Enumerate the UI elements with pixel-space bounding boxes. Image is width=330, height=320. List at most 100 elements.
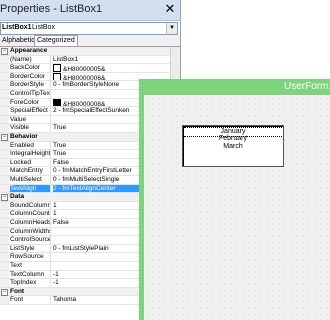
row-gutter — [0, 141, 9, 150]
collapse-icon[interactable]: − — [1, 48, 8, 55]
property-value[interactable]: ListBox1 — [53, 56, 169, 64]
property-name: ColumnWidths — [10, 227, 51, 236]
property-name: Font — [10, 296, 51, 304]
property-value-text: False — [53, 158, 69, 166]
row-gutter — [0, 72, 9, 81]
collapse-icon[interactable]: − — [1, 288, 8, 296]
row-gutter — [0, 124, 9, 132]
property-value-text: &H80000006& — [63, 74, 106, 81]
property-name: ListStyle — [10, 244, 51, 253]
property-name: ControlTipText — [10, 90, 51, 98]
property-value-text: True — [53, 141, 67, 149]
property-name: MatchEntry — [10, 167, 51, 175]
tab-alphabetic[interactable]: Alphabetic — [0, 36, 37, 46]
property-name: SpecialEffect — [10, 107, 51, 115]
row-gutter — [0, 184, 9, 193]
property-value-text: -1 — [53, 279, 59, 287]
listbox-item[interactable]: March — [184, 143, 282, 151]
category-label: Behavior — [10, 133, 38, 140]
property-name: Locked — [10, 158, 51, 167]
property-value-text: 0 - fmMultiSelectSingle — [53, 176, 120, 183]
property-name: BorderStyle — [10, 81, 51, 89]
property-name: TopIndex — [10, 279, 51, 287]
color-swatch — [53, 64, 61, 72]
property-value-text: 2 - fmSpecialEffectSunken — [53, 107, 130, 115]
object-type: ListBox — [32, 24, 55, 31]
property-name: Enabled — [10, 141, 51, 150]
object-name: ListBox1 — [2, 24, 32, 31]
row-gutter — [0, 279, 9, 287]
property-value-text: -1 — [53, 270, 59, 278]
properties-title-bar[interactable]: Properties - ListBox1 ✕ — [0, 0, 180, 21]
property-value-text: 2 - fmTextAlignCenter — [53, 184, 116, 192]
property-name: Value — [10, 115, 51, 124]
row-gutter — [0, 98, 9, 107]
properties-tabs: Alphabetic Categorized — [0, 35, 180, 47]
row-gutter — [0, 90, 9, 98]
object-selector[interactable]: ListBox1 ListBox ▼ — [0, 22, 178, 35]
property-row[interactable]: (Name) ListBox1 — [0, 55, 170, 65]
property-value-text: &H80000008& — [63, 100, 106, 107]
category-label: Font — [10, 287, 25, 295]
property-name: IntegralHeight — [10, 150, 51, 158]
property-name: TextColumn — [10, 270, 51, 279]
property-value-text: 1 — [53, 210, 57, 218]
row-gutter — [0, 55, 9, 64]
properties-title: Properties - ListBox1 — [0, 3, 103, 15]
color-swatch — [53, 98, 61, 107]
row-gutter — [0, 244, 9, 253]
property-row[interactable]: BackColor &H80000005& — [0, 64, 170, 73]
property-value-text: True — [53, 124, 67, 132]
property-name: Visible — [10, 124, 51, 132]
property-value-text: 0 - fmBorderStyleNone — [53, 81, 120, 89]
property-name: ForeColor — [10, 98, 51, 107]
close-icon[interactable]: ✕ — [162, 1, 178, 17]
row-gutter — [0, 176, 9, 184]
row-gutter — [0, 296, 9, 304]
category-label: Data — [10, 193, 25, 201]
property-name: ControlSource — [10, 236, 51, 244]
row-gutter — [0, 81, 9, 89]
row-gutter — [0, 270, 9, 279]
userform-client-area[interactable]: January February March — [144, 95, 330, 320]
listbox1[interactable]: January February March — [182, 125, 284, 167]
chevron-down-icon[interactable]: ▼ — [166, 23, 177, 34]
row-gutter — [0, 167, 9, 175]
property-name: BorderColor — [10, 72, 51, 81]
userform-window[interactable]: UserForm1 January February March — [139, 79, 330, 320]
collapse-icon[interactable]: − — [1, 134, 8, 141]
row-gutter — [0, 219, 9, 227]
property-category[interactable]: − Appearance — [0, 47, 170, 56]
property-name: MultiSelect — [10, 176, 51, 184]
property-value-text: 0 - fmMatchEntryFirstLetter — [53, 167, 132, 175]
property-value-text: True — [53, 150, 67, 158]
row-gutter — [0, 201, 9, 210]
property-name: ColumnCount — [10, 210, 51, 218]
tab-categorized[interactable]: Categorized — [34, 35, 78, 46]
property-value-text: 0 - fmListStylePlain — [53, 244, 109, 252]
property-name: BoundColumn — [10, 201, 51, 210]
category-label: Appearance — [10, 47, 48, 54]
property-name: (Name) — [10, 55, 51, 64]
property-value-text: ListBox1 — [53, 55, 78, 63]
property-value[interactable]: &H80000005& — [53, 64, 169, 72]
color-swatch — [53, 72, 61, 81]
row-gutter — [0, 107, 9, 115]
row-gutter — [0, 115, 9, 124]
row-gutter — [0, 158, 9, 167]
property-name: RowSource — [10, 253, 51, 261]
listbox-item[interactable]: February — [184, 135, 282, 143]
row-gutter — [0, 64, 9, 72]
row-gutter — [0, 262, 9, 270]
row-gutter — [0, 253, 9, 261]
row-gutter — [0, 210, 9, 218]
property-name: ColumnHeads — [10, 219, 51, 227]
property-value-text: Tahoma — [53, 296, 77, 304]
property-value-text: 1 — [53, 201, 57, 209]
row-gutter — [0, 150, 9, 158]
collapse-icon[interactable]: − — [1, 194, 8, 202]
row-gutter — [0, 227, 9, 236]
property-value-text: &H80000005& — [63, 66, 106, 72]
property-name: Text — [10, 262, 51, 270]
row-gutter — [0, 236, 9, 244]
